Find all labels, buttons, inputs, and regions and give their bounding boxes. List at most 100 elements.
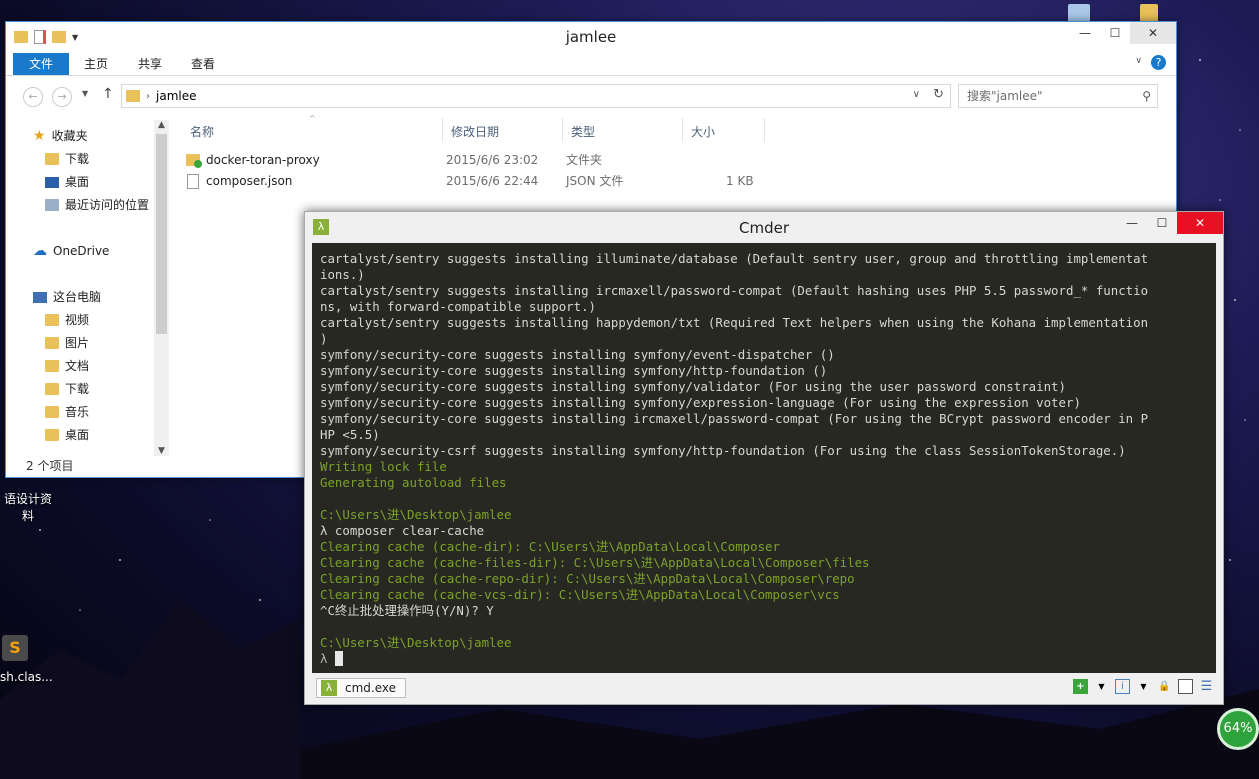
sidebar-item-label: 收藏夹 (51, 129, 88, 143)
battery-indicator[interactable]: 64% (1217, 708, 1259, 750)
file-name: composer.json (206, 174, 293, 188)
terminal-line: λ composer clear-cache (320, 523, 485, 538)
desktop-icon-label[interactable]: sh.clas... (0, 670, 53, 684)
sidebar-item-favorites[interactable]: ★ 收藏夹 (33, 126, 88, 146)
terminal-line: Writing lock file (320, 459, 447, 474)
folder-icon (45, 383, 59, 395)
close-button[interactable]: ✕ (1177, 212, 1223, 234)
cmder-window: λ Cmder — ☐ ✕ cartalyst/sentry suggests … (304, 211, 1224, 705)
terminal-prompt[interactable]: λ (320, 651, 1216, 667)
column-header-type[interactable]: 类型 (571, 123, 595, 140)
sidebar-item-desktop[interactable]: 桌面 (45, 172, 89, 192)
up-button[interactable]: ↑ (102, 86, 114, 102)
terminal-line: Generating autoload files (320, 475, 507, 490)
cmder-status-bar: λ cmd.exe + ▼ i ▼ 🔒 ☰ (312, 676, 1216, 700)
desktop-icon-label[interactable]: 语设计资 料 (0, 490, 56, 524)
new-console-icon[interactable]: + (1073, 679, 1088, 694)
terminal-line: symfony/security-csrf suggests installin… (320, 443, 1126, 458)
terminal-line: symfony/security-core suggests installin… (320, 395, 1081, 410)
sidebar-item-pictures[interactable]: 图片 (45, 333, 89, 353)
column-divider[interactable] (562, 118, 563, 142)
terminal-line: Clearing cache (cache-vcs-dir): C:\Users… (320, 587, 840, 602)
forward-button[interactable]: → (52, 87, 72, 107)
terminal-line: Clearing cache (cache-repo-dir): C:\User… (320, 571, 855, 586)
folder-icon (45, 314, 59, 326)
column-divider[interactable] (764, 118, 765, 142)
file-name: docker-toran-proxy (206, 153, 320, 167)
refresh-icon[interactable]: ↻ (933, 87, 944, 102)
star-icon: ★ (33, 128, 46, 144)
sort-ascending-icon: ^ (309, 114, 316, 123)
recent-locations-icon[interactable]: ▼ (82, 89, 88, 98)
sidebar-item-label: OneDrive (53, 244, 110, 258)
title-bar[interactable]: λ Cmder — ☐ ✕ (305, 212, 1223, 242)
menu-icon[interactable]: ☰ (1199, 679, 1214, 694)
console-tab[interactable]: λ cmd.exe (316, 678, 406, 698)
terminal-output[interactable]: cartalyst/sentry suggests installing ill… (312, 243, 1216, 673)
scrollbar-thumb[interactable] (156, 134, 167, 334)
sidebar-item-music[interactable]: 音乐 (45, 402, 89, 422)
file-type: 文件夹 (566, 153, 603, 167)
sidebar-item-downloads[interactable]: 下载 (45, 149, 89, 169)
sidebar-item-downloads-pc[interactable]: 下载 (45, 379, 89, 399)
maximize-button[interactable]: ☐ (1100, 22, 1130, 44)
computer-icon (33, 291, 47, 303)
sidebar-scrollbar[interactable]: ▲ ▼ (154, 120, 169, 456)
chevron-down-icon[interactable]: ▼ (1136, 679, 1151, 694)
lock-icon[interactable]: 🔒 (1157, 679, 1172, 694)
file-row[interactable]: composer.json 2015/6/6 22:44 JSON 文件 1 K… (186, 171, 776, 191)
cmder-toolbar: + ▼ i ▼ 🔒 ☰ (1073, 679, 1214, 694)
window-controls: — ☐ ✕ (1117, 212, 1223, 234)
sidebar-item-recent[interactable]: 最近访问的位置 (45, 195, 149, 215)
sidebar-item-onedrive[interactable]: ☁ OneDrive (33, 241, 109, 261)
close-button[interactable]: ✕ (1130, 22, 1176, 44)
maximize-button[interactable]: ☐ (1147, 212, 1177, 234)
sidebar-item-documents[interactable]: 文档 (45, 356, 89, 376)
sidebar-item-label: 视频 (65, 313, 90, 327)
split-view-icon[interactable] (1178, 679, 1193, 694)
tab-share[interactable]: 共享 (130, 53, 170, 75)
window-controls: — ☐ ✕ (1070, 22, 1176, 44)
file-row[interactable]: docker-toran-proxy 2015/6/6 23:02 文件夹 (186, 150, 776, 170)
chevron-down-icon[interactable]: ▼ (1094, 679, 1109, 694)
tab-home[interactable]: 主页 (76, 53, 116, 75)
recycle-bin-icon[interactable] (1068, 4, 1090, 22)
search-input[interactable]: 搜索"jamlee" ⚲ (958, 84, 1158, 108)
file-size: 1 KB (726, 174, 754, 188)
terminal-line: symfony/security-core suggests installin… (320, 347, 835, 362)
breadcrumb-current[interactable]: jamlee (156, 89, 196, 103)
sublime-text-icon[interactable]: S (2, 635, 28, 661)
terminal-line: C:\Users\进\Desktop\jamlee (320, 635, 512, 650)
search-icon[interactable]: ⚲ (1142, 85, 1151, 107)
chevron-down-icon[interactable]: ∨ (913, 89, 920, 100)
column-divider[interactable] (682, 118, 683, 142)
address-bar[interactable]: › jamlee ∨ ↻ (121, 84, 951, 108)
tab-view[interactable]: 查看 (183, 53, 223, 75)
title-bar[interactable]: ▼ jamlee — ☐ ✕ (6, 22, 1176, 52)
terminal-line: HP <5.5) (320, 427, 380, 442)
column-header-date[interactable]: 修改日期 (451, 123, 499, 140)
minimize-button[interactable]: — (1070, 22, 1100, 44)
chevron-down-icon[interactable]: ∨ (1135, 56, 1142, 66)
sidebar-item-videos[interactable]: 视频 (45, 310, 89, 330)
tab-file[interactable]: 文件 (13, 53, 69, 75)
column-header-name[interactable]: 名称 (190, 123, 214, 140)
sidebar-item-this-pc[interactable]: 这台电脑 (33, 287, 101, 307)
folder-icon (126, 90, 140, 102)
scroll-up-icon[interactable]: ▲ (154, 120, 169, 130)
minimize-button[interactable]: — (1117, 212, 1147, 234)
folder-icon (45, 360, 59, 372)
text-cursor (334, 651, 343, 666)
back-button[interactable]: ← (23, 87, 43, 107)
column-divider[interactable] (442, 118, 443, 142)
sidebar-item-label: 最近访问的位置 (65, 198, 150, 212)
sidebar-item-label: 桌面 (65, 175, 90, 189)
sidebar-item-desktop-pc[interactable]: 桌面 (45, 425, 89, 445)
help-icon[interactable]: ? (1151, 55, 1166, 70)
column-header-size[interactable]: 大小 (691, 123, 715, 140)
sidebar-item-label: 桌面 (65, 428, 90, 442)
desktop-folder-icon[interactable] (1140, 4, 1158, 22)
ribbon-tabs: 文件 主页 共享 查看 ∨ ? (6, 52, 1176, 76)
switch-console-icon[interactable]: i (1115, 679, 1130, 694)
navigation-pane: ★ 收藏夹 下载 桌面 最近访问的位置 ☁ OneDrive 这台电脑 视频 图… (6, 118, 169, 458)
